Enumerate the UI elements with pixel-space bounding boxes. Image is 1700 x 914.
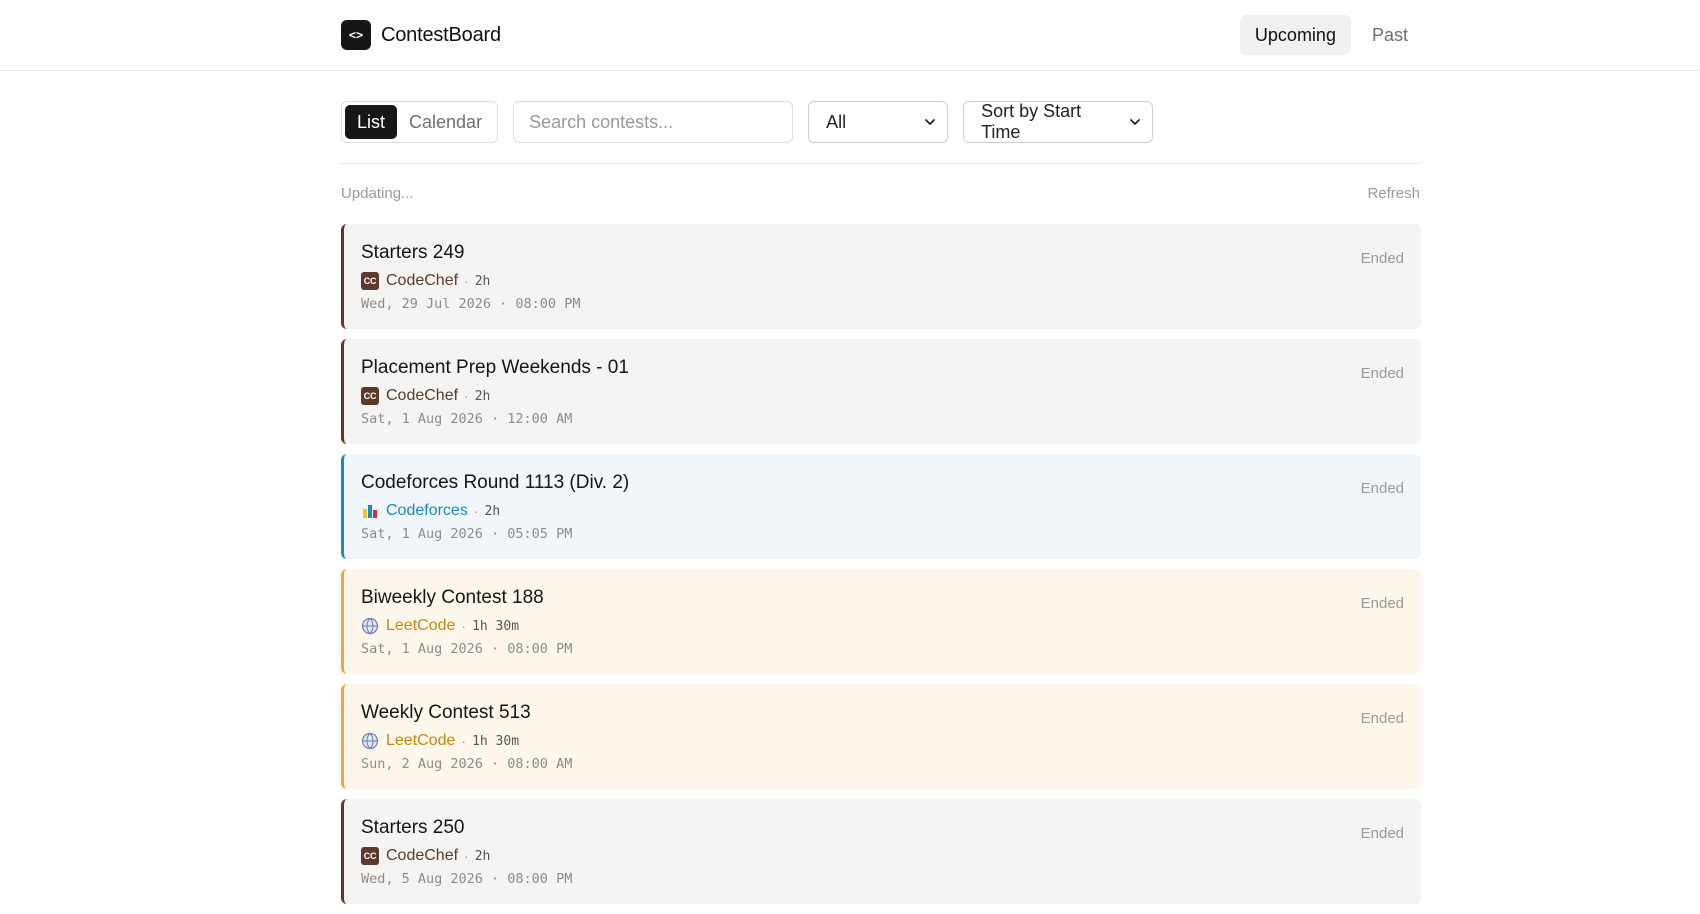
- status-badge: Ended: [1360, 250, 1404, 267]
- contest-list: Starters 249 CC CodeChef · 2h Wed, 29 Jul 202…: [341, 224, 1421, 914]
- contest-meta: Codeforces · 2h: [361, 501, 1421, 521]
- contest-duration: 2h: [484, 503, 501, 519]
- status-badge: Ended: [1360, 365, 1404, 382]
- brand-name: ContestBoard: [381, 23, 501, 46]
- status-badge: Ended: [1360, 480, 1404, 497]
- nav-past[interactable]: Past: [1357, 15, 1423, 55]
- chevron-down-icon: [923, 115, 937, 129]
- meta-separator: ·: [461, 733, 467, 749]
- contest-card[interactable]: Starters 250 CC CodeChef · 2h Wed, 5 Aug 2026…: [341, 799, 1421, 904]
- contest-date: Sun, 2 Aug 2026 · 08:00 AM: [361, 756, 573, 772]
- main-nav: Upcoming Past: [1234, 15, 1423, 55]
- meta-separator: ·: [473, 503, 479, 519]
- sort-select[interactable]: Sort by Start Time: [963, 101, 1154, 143]
- platform-name: CodeChef: [386, 847, 459, 864]
- contest-date: Sat, 1 Aug 2026 · 08:00 PM: [361, 641, 573, 657]
- status-text: Updating...: [341, 185, 414, 202]
- codechef-icon: CC: [361, 847, 379, 865]
- contest-meta: LeetCode · 1h 30m: [361, 616, 1421, 636]
- codechef-icon: CC: [361, 272, 379, 290]
- contest-card[interactable]: Weekly Contest 513 LeetCode · 1h 30m Sun, 2 …: [341, 684, 1421, 789]
- contest-title: Starters 249: [361, 242, 465, 263]
- codechef-icon: CC: [361, 387, 379, 405]
- contest-duration: 2h: [474, 273, 491, 289]
- contest-duration: 2h: [474, 848, 491, 864]
- contest-meta: CC CodeChef · 2h: [361, 386, 1421, 406]
- contest-card[interactable]: Codeforces Round 1113 (Div. 2) Codeforces…: [341, 454, 1421, 559]
- meta-separator: ·: [464, 273, 469, 289]
- codeforces-icon: [361, 502, 379, 520]
- contest-date: Sat, 1 Aug 2026 · 05:05 PM: [361, 526, 573, 542]
- status-badge: Ended: [1360, 825, 1404, 842]
- platform-name: CodeChef: [386, 387, 459, 404]
- platform-name: CodeChef: [386, 272, 459, 289]
- contest-date: Sat, 1 Aug 2026 · 12:00 AM: [361, 411, 573, 427]
- meta-separator: ·: [461, 618, 467, 634]
- meta-separator: ·: [464, 848, 469, 864]
- search-input[interactable]: Search contests...: [513, 101, 794, 143]
- platform-name: LeetCode: [386, 732, 456, 749]
- divider: [341, 163, 1421, 164]
- contest-date: Wed, 5 Aug 2026 · 08:00 PM: [361, 871, 573, 887]
- contest-meta: CC CodeChef · 2h: [361, 846, 1421, 866]
- contest-card[interactable]: Starters 249 CC CodeChef · 2h Wed, 29 Jul 202…: [341, 224, 1421, 329]
- contest-duration: 1h 30m: [472, 733, 520, 749]
- contest-meta: CC CodeChef · 2h: [361, 271, 1421, 291]
- contest-duration: 2h: [474, 388, 491, 404]
- status-badge: Ended: [1360, 595, 1404, 612]
- top-bar: <> ContestBoard Upcoming Past: [0, 0, 1700, 71]
- contest-title: Biweekly Contest 188: [361, 587, 544, 608]
- platform-name: LeetCode: [386, 617, 456, 634]
- contest-title: Weekly Contest 513: [361, 702, 531, 723]
- sort-value: Sort by Start Time: [981, 101, 1082, 142]
- view-toggle: List Calendar: [341, 101, 499, 143]
- platform-filter-value: All: [826, 111, 847, 132]
- platform-filter-select[interactable]: All: [808, 101, 949, 143]
- contest-meta: LeetCode · 1h 30m: [361, 731, 1421, 751]
- brand[interactable]: <> ContestBoard: [341, 20, 501, 50]
- refresh-button[interactable]: Refresh: [1367, 185, 1420, 202]
- contest-title: Codeforces Round 1113 (Div. 2): [361, 472, 630, 493]
- contest-date: Wed, 29 Jul 2026 · 08:00 PM: [361, 296, 581, 312]
- view-calendar-button[interactable]: Calendar: [397, 105, 494, 139]
- contest-duration: 1h 30m: [472, 618, 520, 634]
- contest-card[interactable]: Biweekly Contest 188 LeetCode · 1h 30m Sat, …: [341, 569, 1421, 674]
- contest-card[interactable]: Placement Prep Weekends - 01 CC CodeChef · 2…: [341, 339, 1421, 444]
- chevron-down-icon: [1128, 115, 1142, 129]
- code-brackets-icon: <>: [341, 20, 371, 50]
- leetcode-icon: [361, 732, 379, 750]
- view-list-button[interactable]: List: [345, 105, 398, 139]
- contest-title: Placement Prep Weekends - 01: [361, 357, 629, 378]
- contest-title: Starters 250: [361, 817, 465, 838]
- leetcode-icon: [361, 617, 379, 635]
- meta-separator: ·: [464, 388, 469, 404]
- toolbar: List Calendar Search contests... All Sor…: [341, 101, 1154, 143]
- status-badge: Ended: [1360, 710, 1404, 727]
- nav-upcoming[interactable]: Upcoming: [1239, 15, 1351, 55]
- platform-name: Codeforces: [386, 502, 468, 519]
